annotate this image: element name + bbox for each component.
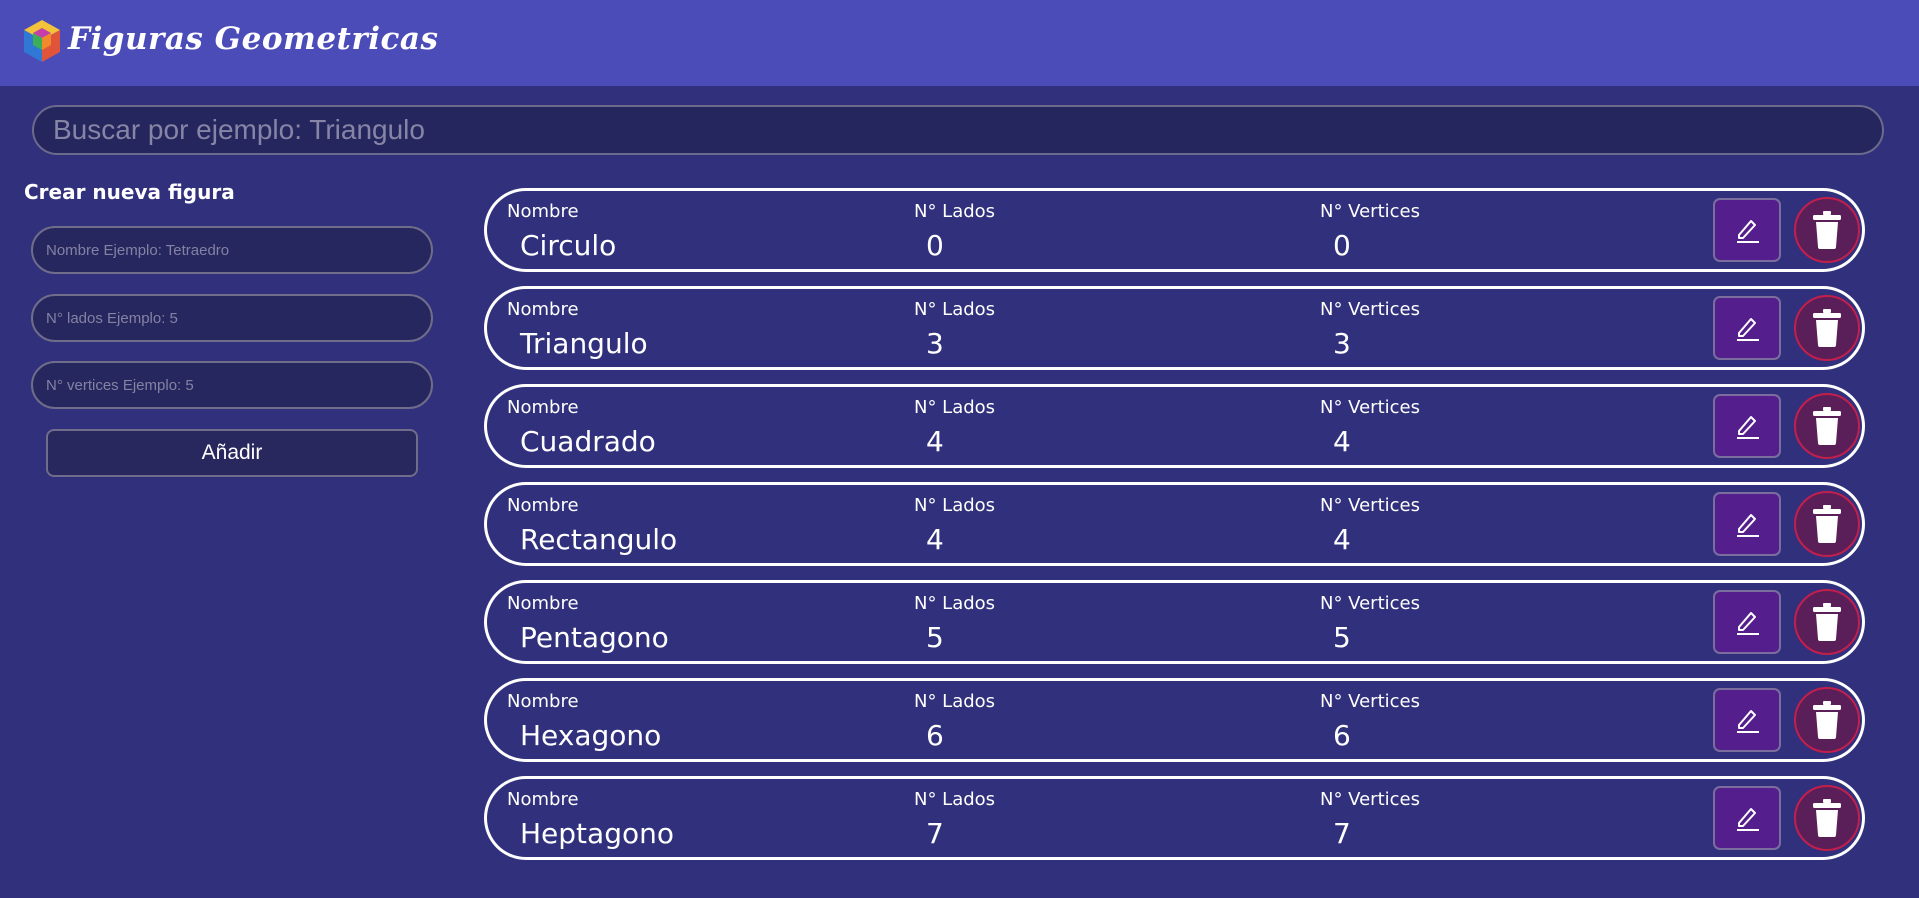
figure-row: Nombre Rectangulo N° Lados 4 N° Vertices… — [484, 482, 1865, 566]
name-label: Nombre — [507, 201, 579, 222]
cube-logo-icon — [24, 20, 60, 62]
pencil-icon — [1737, 416, 1759, 439]
pencil-icon — [1737, 710, 1759, 733]
figure-sides: 0 — [926, 229, 944, 262]
delete-button[interactable] — [1794, 785, 1860, 851]
sides-label: N° Lados — [914, 201, 996, 222]
trash-icon — [1813, 211, 1841, 249]
delete-button[interactable] — [1794, 197, 1860, 263]
pencil-icon — [1737, 808, 1759, 831]
figure-name: Heptagono — [520, 817, 674, 850]
figure-name: Triangulo — [520, 327, 648, 360]
figure-name: Rectangulo — [520, 523, 678, 556]
edit-button[interactable] — [1713, 688, 1781, 752]
vertices-label: N° Vertices — [1320, 299, 1420, 320]
figure-sides: 5 — [926, 621, 944, 654]
figure-vertices: 6 — [1333, 719, 1351, 752]
delete-button[interactable] — [1794, 393, 1860, 459]
name-input[interactable] — [31, 226, 433, 274]
vertices-label: N° Vertices — [1320, 495, 1420, 516]
figure-name: Pentagono — [520, 621, 669, 654]
pencil-icon — [1737, 220, 1759, 243]
figure-row: Nombre Cuadrado N° Lados 4 N° Vertices 4 — [484, 384, 1865, 468]
pencil-icon — [1737, 514, 1759, 537]
figure-sides: 3 — [926, 327, 944, 360]
edit-button[interactable] — [1713, 394, 1781, 458]
sides-input[interactable] — [31, 294, 433, 342]
vertices-label: N° Vertices — [1320, 691, 1420, 712]
vertices-label: N° Vertices — [1320, 397, 1420, 418]
edit-button[interactable] — [1713, 590, 1781, 654]
pencil-icon — [1737, 318, 1759, 341]
name-label: Nombre — [507, 495, 579, 516]
figure-sides: 6 — [926, 719, 944, 752]
figure-sides: 4 — [926, 425, 944, 458]
name-label: Nombre — [507, 299, 579, 320]
figure-row: Nombre Hexagono N° Lados 6 N° Vertices 6 — [484, 678, 1865, 762]
app-header: Figuras Geometricas — [0, 0, 1919, 86]
search-input[interactable] — [32, 105, 1884, 155]
sides-label: N° Lados — [914, 691, 996, 712]
trash-icon — [1813, 407, 1841, 445]
name-label: Nombre — [507, 789, 579, 810]
trash-icon — [1813, 603, 1841, 641]
app-title: Figuras Geometricas — [68, 21, 439, 57]
name-label: Nombre — [507, 691, 579, 712]
vertices-label: N° Vertices — [1320, 789, 1420, 810]
figure-vertices: 4 — [1333, 523, 1351, 556]
vertices-label: N° Vertices — [1320, 201, 1420, 222]
figure-row: Nombre Heptagono N° Lados 7 N° Vertices … — [484, 776, 1865, 860]
vertices-label: N° Vertices — [1320, 593, 1420, 614]
sides-label: N° Lados — [914, 299, 996, 320]
figure-vertices: 7 — [1333, 817, 1351, 850]
trash-icon — [1813, 701, 1841, 739]
trash-icon — [1813, 799, 1841, 837]
figure-row: Nombre Triangulo N° Lados 3 N° Vertices … — [484, 286, 1865, 370]
name-label: Nombre — [507, 397, 579, 418]
delete-button[interactable] — [1794, 589, 1860, 655]
figure-vertices: 3 — [1333, 327, 1351, 360]
sides-label: N° Lados — [914, 397, 996, 418]
figure-name: Hexagono — [520, 719, 662, 752]
figure-row: Nombre Circulo N° Lados 0 N° Vertices 0 — [484, 188, 1865, 272]
figure-name: Cuadrado — [520, 425, 656, 458]
create-figure-title: Crear nueva figura — [24, 180, 235, 204]
sides-label: N° Lados — [914, 593, 996, 614]
figure-row: Nombre Pentagono N° Lados 5 N° Vertices … — [484, 580, 1865, 664]
delete-button[interactable] — [1794, 491, 1860, 557]
figure-name: Circulo — [520, 229, 617, 262]
pencil-icon — [1737, 612, 1759, 635]
vertices-input[interactable] — [31, 361, 433, 409]
trash-icon — [1813, 505, 1841, 543]
figure-vertices: 5 — [1333, 621, 1351, 654]
edit-button[interactable] — [1713, 492, 1781, 556]
figure-sides: 7 — [926, 817, 944, 850]
sides-label: N° Lados — [914, 495, 996, 516]
figure-vertices: 4 — [1333, 425, 1351, 458]
delete-button[interactable] — [1794, 687, 1860, 753]
figure-sides: 4 — [926, 523, 944, 556]
figure-vertices: 0 — [1333, 229, 1351, 262]
delete-button[interactable] — [1794, 295, 1860, 361]
add-figure-button[interactable]: Añadir — [46, 429, 418, 477]
trash-icon — [1813, 309, 1841, 347]
edit-button[interactable] — [1713, 296, 1781, 360]
edit-button[interactable] — [1713, 786, 1781, 850]
name-label: Nombre — [507, 593, 579, 614]
sides-label: N° Lados — [914, 789, 996, 810]
edit-button[interactable] — [1713, 198, 1781, 262]
